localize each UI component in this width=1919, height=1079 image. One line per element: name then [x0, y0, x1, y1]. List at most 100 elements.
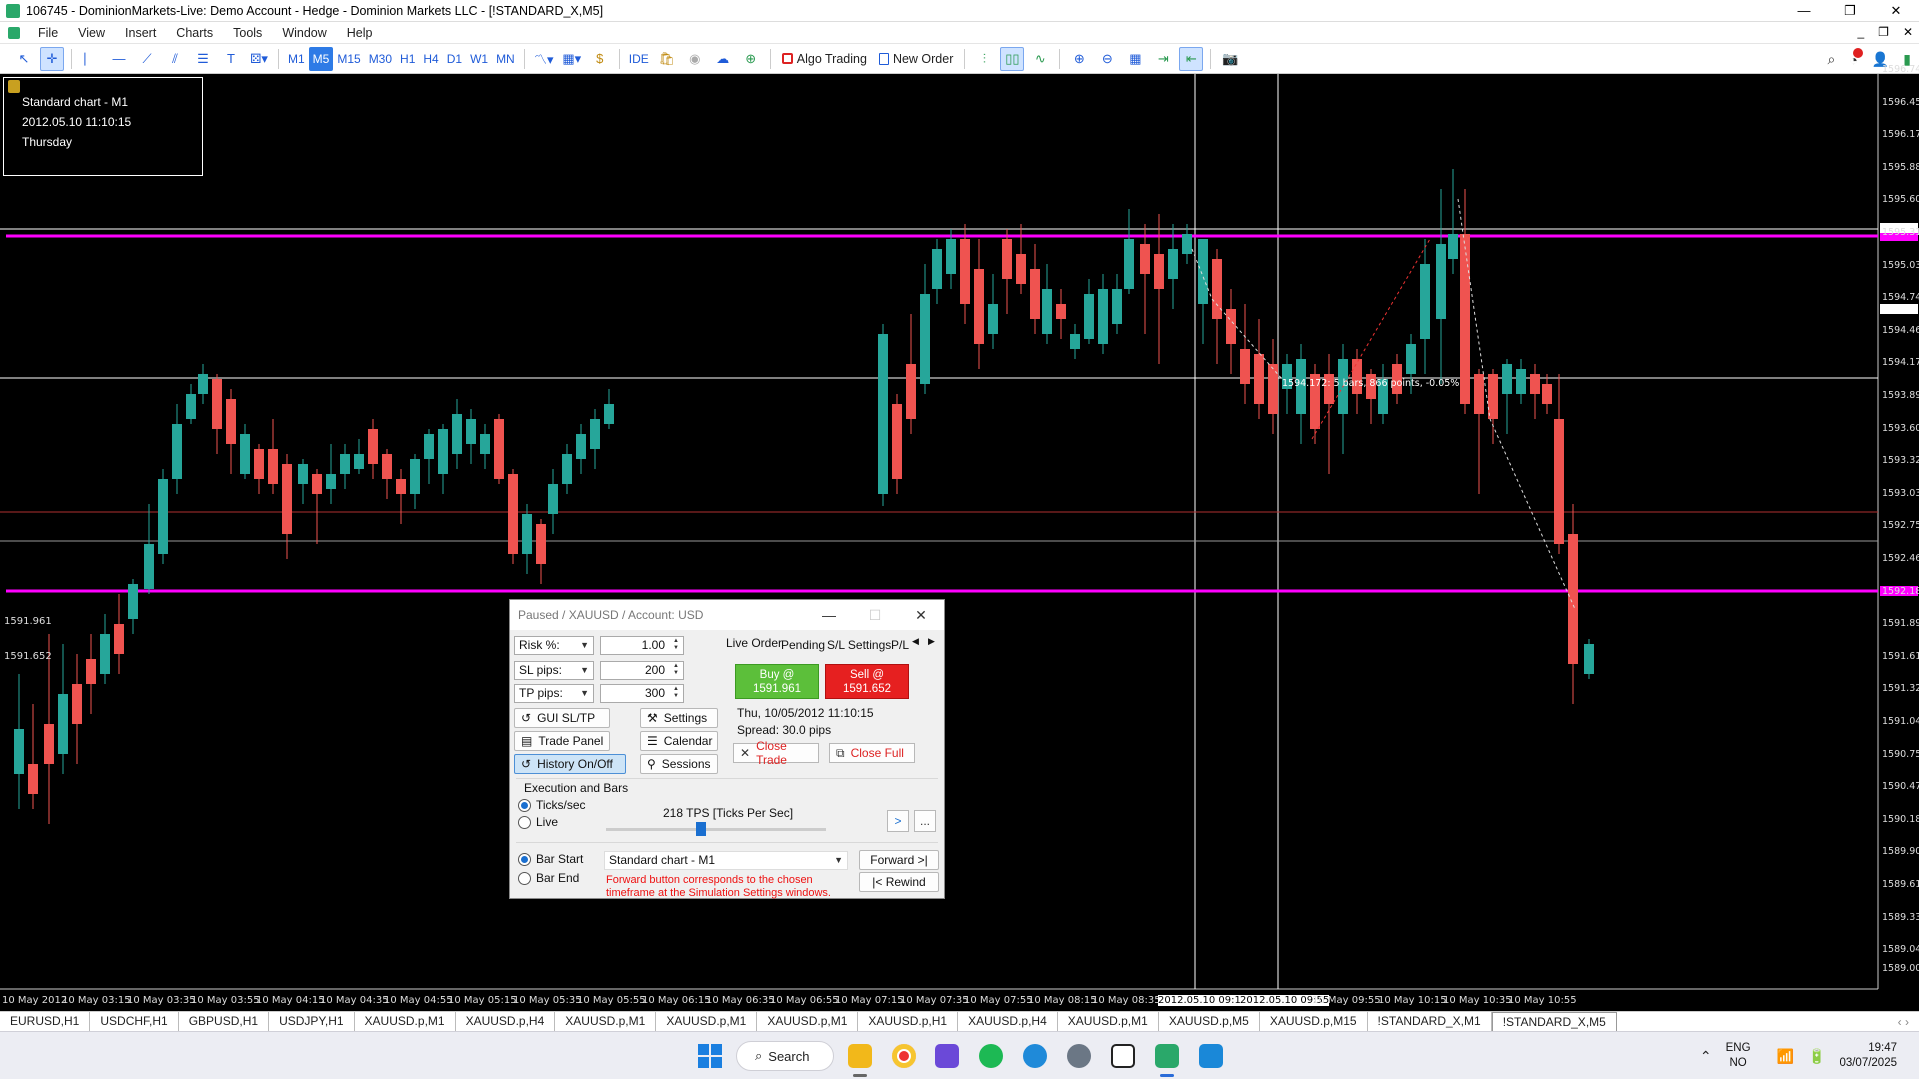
risk-dropdown[interactable]: Risk %: ▼ [514, 636, 594, 655]
tab-scroll-right-icon[interactable]: ▶ [928, 636, 935, 647]
buy-button[interactable]: Buy @1591.961 [735, 664, 819, 699]
chart-tab[interactable]: !STANDARD_X,M1 [1368, 1012, 1492, 1031]
candlestick-icon[interactable]: ▯▯ [1000, 46, 1025, 71]
timeframe-d1[interactable]: D1 [443, 47, 466, 71]
language-indicator[interactable]: ENG NO [1726, 1041, 1751, 1071]
tp-input[interactable]: 300 ▲ ▼ [600, 684, 684, 703]
tab-sl-settings[interactable]: S/L Settings [827, 638, 891, 652]
file-explorer-icon[interactable] [848, 1044, 872, 1068]
live-radio[interactable] [518, 816, 531, 829]
dollar-icon[interactable]: $ [588, 47, 612, 71]
history-toggle-button[interactable]: ↺ History On/Off [514, 754, 626, 774]
chart-tab[interactable]: XAUUSD.p,H4 [958, 1012, 1058, 1031]
chart-select[interactable]: Standard chart - M1 ▼ [604, 851, 848, 870]
tab-scroll-left-icon[interactable]: ◀ [912, 636, 919, 647]
indicators-icon[interactable]: 〽▾ [532, 47, 556, 71]
calendar-button[interactable]: ☰ Calendar [640, 731, 718, 751]
menu-charts[interactable]: Charts [166, 26, 223, 40]
spinner-icon[interactable]: ▲ ▼ [670, 663, 682, 678]
autoscroll-icon[interactable]: ⇥ [1151, 47, 1175, 71]
bar-chart-icon[interactable]: ⫶ [972, 47, 996, 71]
bar-start-radio[interactable] [518, 853, 531, 866]
forward-button[interactable]: Forward >| [859, 850, 939, 870]
chart-tab[interactable]: XAUUSD.p,M5 [1159, 1012, 1260, 1031]
menu-window[interactable]: Window [272, 26, 336, 40]
menu-help[interactable]: Help [337, 26, 383, 40]
sl-dropdown[interactable]: SL pips: ▼ [514, 661, 594, 680]
chart-tab[interactable]: XAUUSD.p,M1 [757, 1012, 859, 1031]
timeframe-h1[interactable]: H1 [396, 47, 419, 71]
mdi-close-icon[interactable]: ✕ [1903, 22, 1913, 43]
next-button[interactable]: > [887, 810, 909, 832]
rewind-button[interactable]: |< Rewind [859, 872, 939, 892]
chart-canvas[interactable] [0, 74, 1919, 1011]
remote-desktop-icon[interactable] [1199, 1044, 1223, 1068]
spinner-icon[interactable]: ▲ ▼ [670, 638, 682, 653]
search-icon[interactable]: ⌕ [1828, 51, 1836, 68]
horizontal-line-icon[interactable]: — [107, 47, 131, 71]
chart-tab[interactable]: EURUSD,H1 [0, 1012, 91, 1031]
battery-icon[interactable]: 🔋 [1808, 1048, 1825, 1065]
line-chart-icon[interactable]: ∿ [1028, 47, 1052, 71]
chart-tab[interactable]: XAUUSD.p,M1 [656, 1012, 758, 1031]
zoom-in-icon[interactable]: ⊕ [1067, 47, 1091, 71]
close-full-button[interactable]: ⧉ Close Full [829, 743, 915, 763]
tp-dropdown[interactable]: TP pips: ▼ [514, 684, 594, 703]
algo-trading-button[interactable]: Algo Trading [776, 52, 873, 66]
menu-tools[interactable]: Tools [223, 26, 272, 40]
new-order-button[interactable]: New Order [873, 52, 959, 66]
vertical-line-icon[interactable]: ⎸ [79, 47, 103, 71]
speed-slider-handle[interactable] [696, 822, 706, 836]
chart-tab[interactable]: XAUUSD.p,M1 [555, 1012, 657, 1031]
timeframe-mn[interactable]: MN [492, 47, 519, 71]
minimize-icon[interactable]: — [1781, 0, 1827, 22]
spotify-icon[interactable] [979, 1044, 1003, 1068]
tab-pl[interactable]: P/L [891, 638, 909, 652]
crosshair-icon[interactable]: ✛ [40, 46, 64, 71]
timeframe-m15[interactable]: M15 [333, 47, 364, 71]
mdi-restore-icon[interactable]: ❐ [1878, 22, 1889, 43]
vps-icon[interactable]: ⊕ [739, 47, 763, 71]
timeframe-m5[interactable]: M5 [308, 46, 334, 71]
zoom-out-icon[interactable]: ⊖ [1095, 47, 1119, 71]
shopping-bag-icon[interactable]: 🛍 [655, 47, 679, 71]
panel-close-icon[interactable]: ✕ [898, 600, 944, 630]
bar-end-radio[interactable] [518, 872, 531, 885]
timeframe-h4[interactable]: H4 [419, 47, 442, 71]
fibonacci-icon[interactable]: ☰ [191, 47, 215, 71]
signals-icon[interactable]: ◉ [683, 47, 707, 71]
mdi-minimize-icon[interactable]: _ [1857, 22, 1864, 43]
tab-live-order[interactable]: Live Order [726, 636, 782, 650]
notion-icon[interactable] [1111, 1044, 1135, 1068]
chart-tab[interactable]: XAUUSD.p,H4 [456, 1012, 556, 1031]
panel-title-bar[interactable]: Paused / XAUUSD / Account: USD — ☐ ✕ [510, 600, 944, 630]
chart-tab[interactable]: !STANDARD_X,M5 [1491, 1012, 1617, 1031]
notifications-icon[interactable]: ◔ [1849, 47, 1864, 68]
menu-insert[interactable]: Insert [115, 26, 166, 40]
sl-input[interactable]: 200 ▲ ▼ [600, 661, 684, 680]
chevron-up-icon[interactable]: ⌃ [1700, 1048, 1712, 1065]
more-button[interactable]: ... [914, 810, 936, 832]
close-icon[interactable]: ✕ [1873, 0, 1919, 22]
settings-button[interactable]: ⚒ Settings [640, 708, 718, 728]
restore-icon[interactable]: ❐ [1827, 0, 1873, 22]
tab-pending[interactable]: Pending [781, 638, 825, 652]
chart-tab[interactable]: XAUUSD.p,H1 [858, 1012, 959, 1031]
timeframe-m30[interactable]: M30 [365, 47, 396, 71]
chart-tab[interactable]: XAUUSD.p,M1 [355, 1012, 456, 1031]
gui-sltp-button[interactable]: ↺ GUI SL/TP [514, 708, 610, 728]
visual-studio-icon[interactable] [935, 1044, 959, 1068]
chart-tab[interactable]: USDJPY,H1 [269, 1012, 355, 1031]
chart-shift-icon[interactable]: ⇤ [1179, 46, 1204, 71]
trade-panel-button[interactable]: ▤ Trade Panel [514, 731, 610, 751]
clock[interactable]: 19:47 03/07/2025 [1839, 1041, 1897, 1071]
risk-input[interactable]: 1.00 ▲ ▼ [600, 636, 684, 655]
trendline-icon[interactable]: ⟋ [135, 47, 159, 71]
windows-start-icon[interactable] [698, 1044, 722, 1068]
ide-button[interactable]: IDE [625, 47, 653, 71]
speed-slider-track[interactable] [606, 828, 826, 831]
chrome-icon[interactable] [892, 1044, 916, 1068]
close-trade-button[interactable]: ✕ Close Trade [733, 739, 819, 767]
menu-view[interactable]: View [68, 26, 115, 40]
timeframe-m1[interactable]: M1 [284, 47, 309, 71]
